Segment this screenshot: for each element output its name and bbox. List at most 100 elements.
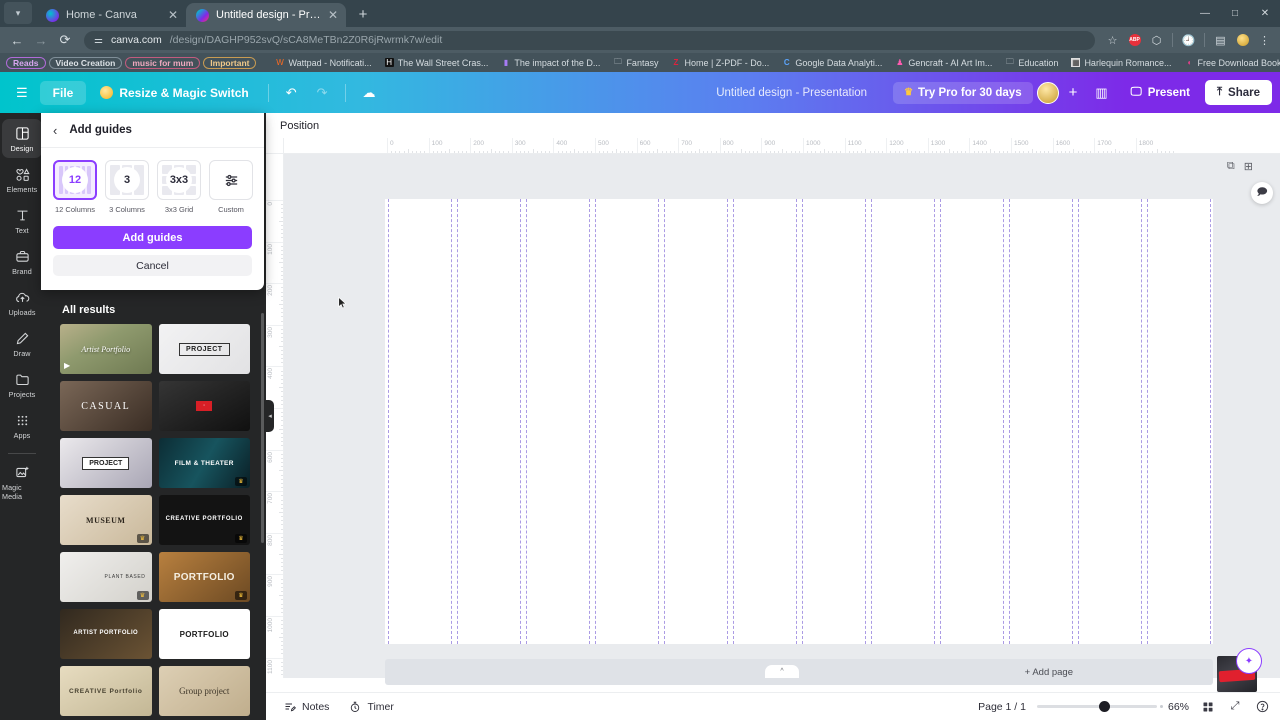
comment-add-icon[interactable]: 🗩 xyxy=(1251,182,1273,204)
collapse-panel-handle[interactable]: ◂ xyxy=(266,400,274,432)
add-guides-button[interactable]: Add guides xyxy=(53,226,252,249)
add-page-icon[interactable]: ⊞ xyxy=(1244,160,1253,173)
zoom-slider-knob[interactable] xyxy=(1099,701,1111,712)
bookmark-harlequin-romance[interactable]: ▦ Harlequin Romance... xyxy=(1066,57,1176,69)
close-icon[interactable]: ✕ xyxy=(328,9,338,21)
sidebar-item-brand[interactable]: Brand xyxy=(2,242,42,281)
template-card[interactable]: Artist Portfolio ▶ xyxy=(60,324,152,374)
template-card[interactable]: PORTFOLIO xyxy=(158,609,250,659)
user-avatar[interactable] xyxy=(1036,81,1059,104)
ruler-corner[interactable] xyxy=(266,138,284,154)
bookmark-education[interactable]: 🗀 Education xyxy=(1000,57,1063,69)
sidebar-item-draw[interactable]: Draw xyxy=(2,324,42,363)
reading-list-icon[interactable]: ▤ xyxy=(1211,31,1230,50)
plus-icon[interactable]: + xyxy=(1063,84,1084,101)
bookmark-music-for-mum[interactable]: music for mum xyxy=(125,56,201,69)
template-card[interactable]: PORTFOLIO ♛ xyxy=(158,552,250,602)
panel-scrollbar[interactable] xyxy=(261,313,264,543)
timer-button[interactable]: Timer xyxy=(341,698,401,716)
sidebar-item-magic-media[interactable]: Magic Media xyxy=(2,458,42,506)
hamburger-menu-icon[interactable]: ☰ xyxy=(8,79,36,107)
template-card[interactable]: CASUAL xyxy=(60,381,152,431)
horizontal-ruler[interactable]: 0 100 200 300 400 500 600 700 800 900 1000 1100 1200… xyxy=(284,138,1280,154)
new-tab-button[interactable]: + xyxy=(354,6,372,23)
bookmark-video-creation[interactable]: Video Creation xyxy=(48,56,123,69)
duplicate-page-icon[interactable]: ⧉ xyxy=(1227,160,1235,173)
tab-search-chevron-down-icon[interactable]: ▾ xyxy=(4,2,32,24)
profile-avatar-icon[interactable] xyxy=(1233,31,1252,50)
redo-arrow-icon[interactable]: ↷ xyxy=(309,79,336,107)
template-card[interactable]: FILM & THEATER ♛ xyxy=(158,438,250,488)
extension-adblock-icon[interactable]: ABP xyxy=(1125,31,1144,50)
bookmark-google-data-analytics[interactable]: C Google Data Analyti... xyxy=(777,57,887,69)
bar-chart-icon[interactable]: ▥ xyxy=(1087,79,1115,107)
history-icon[interactable]: 🕘 xyxy=(1179,31,1198,50)
play-icon[interactable]: ▶ xyxy=(64,361,74,371)
add-page-bar[interactable]: + Add page xyxy=(385,659,1213,685)
template-card[interactable]: · xyxy=(158,381,250,431)
zoom-level[interactable]: 66% xyxy=(1168,701,1189,713)
file-menu-button[interactable]: File xyxy=(39,80,87,105)
bookmark-free-download-books[interactable]: ◖ Free Download Books xyxy=(1179,57,1280,69)
notes-panel-toggle[interactable]: ^ xyxy=(765,665,799,678)
back-icon[interactable]: ← xyxy=(6,29,28,51)
template-card[interactable]: MUSEUM ♛ xyxy=(60,495,152,545)
chrome-menu-icon[interactable]: ⋮ xyxy=(1255,31,1274,50)
reload-icon[interactable]: ⟳ xyxy=(54,29,76,51)
template-card[interactable]: CREATIVE PORTFOLIO ♛ xyxy=(158,495,250,545)
template-card[interactable]: PROJECT xyxy=(158,324,250,374)
undo-arrow-icon[interactable]: ↶ xyxy=(278,79,305,107)
bookmark-star-icon[interactable]: ☆ xyxy=(1103,31,1122,50)
try-pro-button[interactable]: ♛ Try Pro for 30 days xyxy=(893,81,1033,104)
bookmark-important[interactable]: Important xyxy=(203,56,257,69)
tune-icon[interactable]: ⚌ xyxy=(94,35,103,46)
magic-sparkle-icon[interactable]: ✦ xyxy=(1236,648,1262,674)
share-button[interactable]: ⤒ Share xyxy=(1204,80,1272,105)
template-card[interactable]: Group project xyxy=(158,666,250,716)
guide-option-3x3-grid[interactable]: 3x3 3x3 Grid xyxy=(157,160,201,214)
template-card[interactable]: CREATIVE Portfolio xyxy=(60,666,152,716)
guide-option-12-columns[interactable]: 12 12 Columns xyxy=(53,160,97,214)
design-title[interactable]: Untitled design - Presentation xyxy=(716,87,867,99)
template-card[interactable]: PROJECT xyxy=(60,438,152,488)
expand-fullscreen-icon[interactable]: ⤢ xyxy=(1227,699,1243,715)
sidebar-item-elements[interactable]: Elements xyxy=(2,160,42,199)
sidebar-item-uploads[interactable]: Uploads xyxy=(2,283,42,322)
template-card[interactable]: ARTIST PORTFOLIO xyxy=(60,609,152,659)
bookmark-fantasy[interactable]: 🗀 Fantasy xyxy=(608,57,663,69)
guide-option-3-columns[interactable]: 3 3 Columns xyxy=(105,160,149,214)
window-close-button[interactable]: ✕ xyxy=(1250,3,1280,25)
browser-tab-0[interactable]: Home - Canva ✕ xyxy=(36,3,186,27)
sidebar-item-projects[interactable]: Projects xyxy=(2,365,42,404)
bookmark-wall-street-crash[interactable]: H The Wall Street Cras... xyxy=(380,57,494,69)
bookmark-gencraft[interactable]: ♟ Gencraft - AI Art Im... xyxy=(890,57,997,69)
bookmark-z-pdf[interactable]: Z Home | Z-PDF - Do... xyxy=(666,57,774,69)
maximize-button[interactable]: □ xyxy=(1220,3,1250,25)
close-icon[interactable]: ✕ xyxy=(168,9,178,21)
present-button[interactable]: 🖵 Present xyxy=(1120,80,1201,105)
canvas-viewport[interactable]: ⧉ ⊞ 🗩 + Add page ^ xyxy=(284,154,1280,685)
cloud-saved-icon[interactable]: ☁ xyxy=(355,79,384,107)
bookmark-wattpad[interactable]: W Wattpad - Notificati... xyxy=(270,57,376,69)
design-page-canvas[interactable] xyxy=(385,199,1213,644)
zoom-slider[interactable] xyxy=(1036,701,1163,712)
help-question-icon[interactable] xyxy=(1254,699,1270,715)
template-card[interactable]: PLANT BASED ♛ xyxy=(60,552,152,602)
extension-puzzle-icon[interactable]: ⬡ xyxy=(1147,31,1166,50)
floating-magic-widget[interactable]: ✦ xyxy=(1217,648,1262,695)
guide-option-custom[interactable]: Custom xyxy=(209,160,253,214)
grid-view-icon[interactable] xyxy=(1200,699,1216,715)
sidebar-item-design[interactable]: Design xyxy=(2,119,42,158)
forward-icon[interactable]: → xyxy=(30,29,52,51)
sidebar-item-apps[interactable]: Apps xyxy=(2,406,42,445)
bookmark-impact-of-the-d[interactable]: ▮ The impact of the D... xyxy=(496,57,605,69)
bookmark-reads[interactable]: Reads xyxy=(6,56,46,69)
address-bar[interactable]: ⚌ canva.com/design/DAGHP952svQ/sCA8MeTBn… xyxy=(84,30,1095,50)
position-button[interactable]: Position xyxy=(280,120,319,132)
chevron-left-icon[interactable]: ‹ xyxy=(53,123,57,138)
sidebar-item-text[interactable]: Text xyxy=(2,201,42,240)
notes-button[interactable]: Notes xyxy=(276,698,337,716)
minimize-button[interactable]: — xyxy=(1190,3,1220,25)
resize-magic-switch-button[interactable]: Resize & Magic Switch xyxy=(90,81,258,105)
browser-tab-1[interactable]: Untitled design - Presentation ✕ xyxy=(186,3,346,27)
